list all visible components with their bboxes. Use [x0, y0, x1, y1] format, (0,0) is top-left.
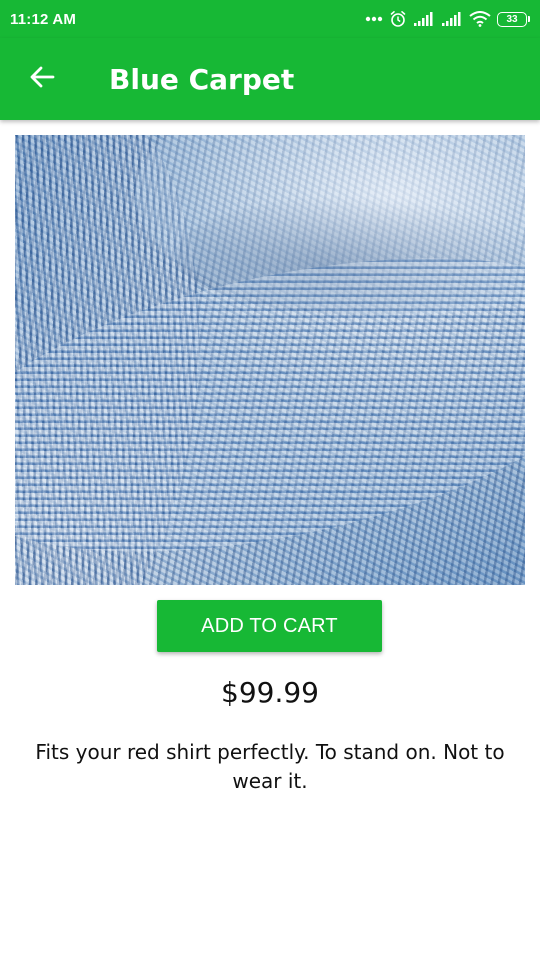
product-description: Fits your red shirt perfectly. To stand … [35, 740, 505, 793]
arrow-back-icon [29, 65, 55, 93]
battery-icon: 33 [497, 11, 530, 27]
signal-icon [413, 11, 435, 27]
wifi-icon [469, 11, 491, 27]
product-detail-screen: 11:12 AM 33 Blue Carpet ADD TO CART $99.… [0, 0, 540, 960]
status-icons: 33 [365, 10, 530, 28]
status-bar: 11:12 AM 33 [0, 0, 540, 38]
battery-level: 33 [497, 11, 527, 27]
page-title: Blue Carpet [109, 62, 295, 96]
product-image [15, 135, 525, 585]
product-price: $99.99 [221, 676, 319, 709]
battery-tip [528, 16, 530, 22]
alarm-icon [389, 10, 407, 28]
status-time: 11:12 AM [10, 10, 77, 28]
more-dots-icon [365, 16, 383, 22]
app-bar: Blue Carpet [0, 38, 540, 120]
signal-icon [441, 11, 463, 27]
add-to-cart-button[interactable]: ADD TO CART [157, 600, 382, 652]
back-button[interactable] [12, 49, 72, 109]
